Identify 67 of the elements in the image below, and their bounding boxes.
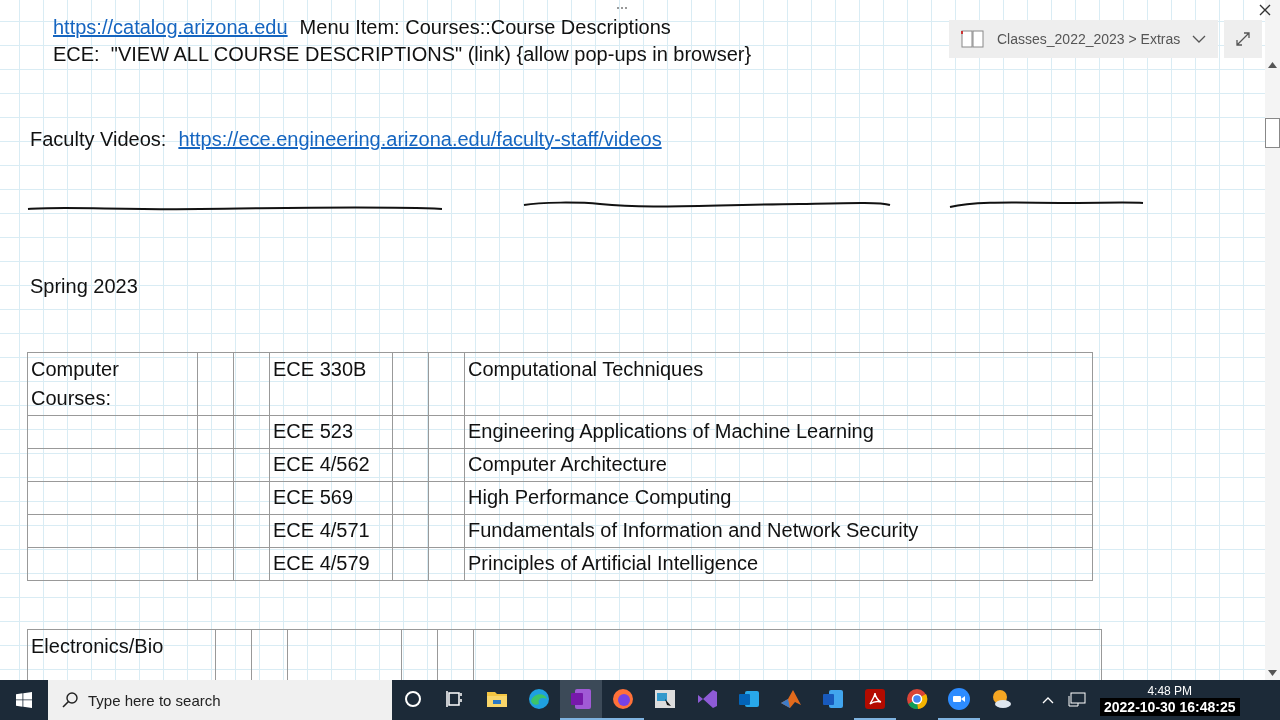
table-cell: [233, 514, 270, 548]
notebook-breadcrumb[interactable]: Classes_2022_2023 > Extras: [949, 20, 1219, 58]
table-cell: [392, 547, 429, 581]
camera-app-icon: [947, 687, 971, 711]
table-cell: [197, 448, 234, 482]
table-cell: [428, 547, 465, 581]
note-text: Faculty Videos:: [30, 128, 167, 151]
link[interactable]: https://catalog.arizona.edu: [53, 16, 288, 39]
table-cell: [428, 415, 465, 449]
expand-button[interactable]: [1224, 20, 1263, 58]
expand-icon: [1236, 32, 1251, 46]
table-cell: ECE 4/579: [269, 547, 393, 581]
chevron-up-icon[interactable]: [1042, 696, 1054, 704]
notebook-app-icon: [569, 687, 593, 711]
note-text: Menu Item: Courses::Course Descriptions: [299, 16, 671, 39]
table-cell: [428, 352, 465, 416]
scrollbar[interactable]: [1265, 0, 1280, 680]
table-cell: ECE 4/571: [269, 514, 393, 548]
clock-time[interactable]: 4:48 PM: [1147, 684, 1193, 698]
table-cell: [197, 415, 234, 449]
search-field[interactable]: Type here to search: [48, 680, 392, 720]
network-icon[interactable]: [1068, 692, 1086, 708]
drag-handle-icon[interactable]: [616, 6, 628, 10]
swirl-icon: [527, 687, 551, 711]
link[interactable]: https://ece.engineering.arizona.edu/faculty-staff/videos: [178, 128, 662, 151]
table-cell: [197, 514, 234, 548]
table-cell: High Performance Computing: [464, 481, 1093, 515]
table-cell: [233, 481, 270, 515]
timestamp-overlay: 2022-10-30 16:48:25: [1100, 698, 1240, 716]
table-cell: Computational Techniques: [464, 352, 1093, 416]
close-icon[interactable]: [1259, 4, 1271, 16]
table-cell: Principles of Artificial Intelligence: [464, 547, 1093, 581]
table-cell: Computer Architecture: [464, 448, 1093, 482]
scroll-thumb[interactable]: [1265, 118, 1280, 148]
table-cell: Engineering Applications of Machine Learning: [464, 415, 1093, 449]
table-cell: [428, 481, 465, 515]
note-text: Spring 2023: [30, 275, 138, 298]
table-cell: [233, 352, 270, 416]
chevron-down-icon: [1192, 35, 1207, 43]
windows-logo-icon: [16, 692, 32, 708]
table-cell: [233, 448, 270, 482]
table-cell: [197, 352, 234, 416]
window-tool-icon: [653, 687, 677, 711]
note-text: ECE: "VIEW ALL COURSE DESCRIPTIONS" (link) {allow pop-ups in browser}: [53, 43, 752, 66]
notebook-icon: [961, 30, 985, 48]
browser-circle-icon: [905, 687, 929, 711]
table-cell: [392, 481, 429, 515]
table-cell: [392, 415, 429, 449]
table-cell: Fundamentals of Information and Network Security: [464, 514, 1093, 548]
table-cell: ECE 4/562: [269, 448, 393, 482]
document-app-icon: [821, 687, 845, 711]
table-cell: [392, 514, 429, 548]
table-cell: Computer Courses:: [27, 352, 198, 416]
table-cell: [197, 481, 234, 515]
table-cell: ECE 569: [269, 481, 393, 515]
table-cell: [392, 448, 429, 482]
table-cell: [428, 448, 465, 482]
table-cell: [233, 547, 270, 581]
table-cell: ECE 523: [269, 415, 393, 449]
table-cell: [233, 415, 270, 449]
pdf-app-icon: [863, 687, 887, 711]
table-cell: ECE 330B: [269, 352, 393, 416]
table-cell: [197, 547, 234, 581]
scroll-down-icon[interactable]: [1268, 670, 1277, 676]
table-cell: [392, 352, 429, 416]
scroll-up-icon[interactable]: [1268, 62, 1277, 68]
table-cell: [428, 514, 465, 548]
